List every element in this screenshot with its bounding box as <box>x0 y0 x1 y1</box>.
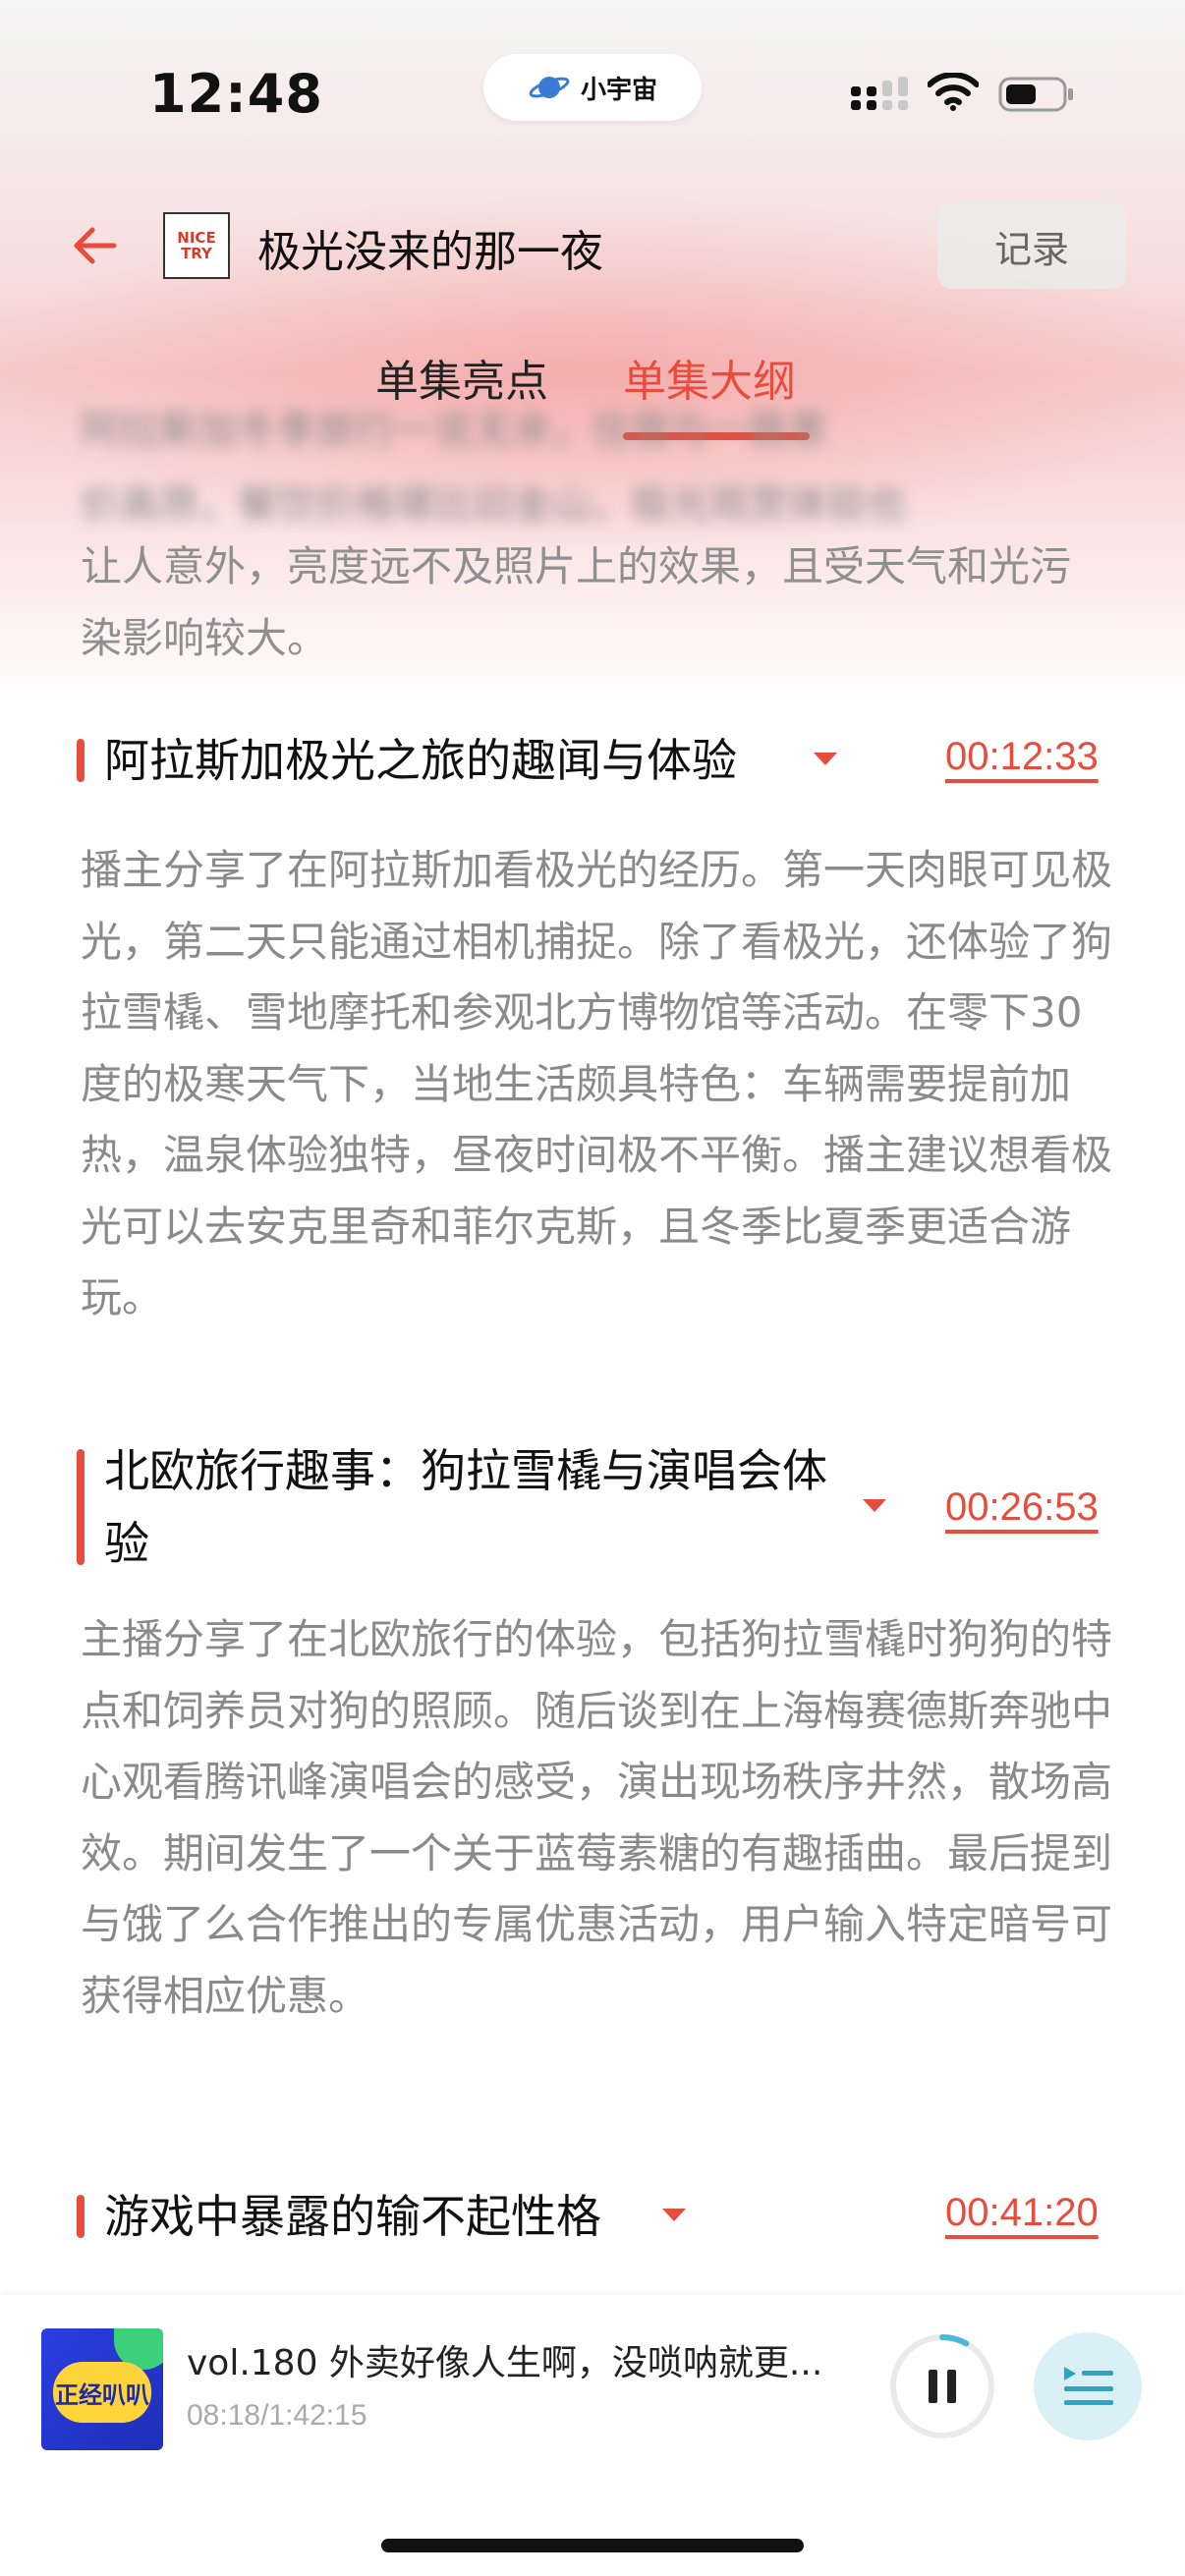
section-marker <box>77 1449 85 1565</box>
section-timestamp[interactable]: 00:26:53 <box>945 1485 1099 1530</box>
section-timestamp[interactable]: 00:12:33 <box>945 735 1099 779</box>
intro-blurred-text: 阿拉斯加冬季旅行一览无余，住宿与一路景 价高昂，餐饮价格堪比旧金山，极光观赏体验… <box>81 393 1083 542</box>
dynamic-island[interactable]: 小宇宙 <box>483 54 702 121</box>
cover-title: 正经叭叭 <box>53 2362 151 2423</box>
section-marker <box>77 739 85 782</box>
mini-player[interactable]: 正经叭叭 vol.180 外卖好像人生啊，没唢呐就更... 08:18/1:42… <box>0 2295 1185 2576</box>
wifi-icon <box>928 73 979 111</box>
intro-text: 让人意外，亮度远不及照片上的效果，且受天气和光污染影响较大。 <box>81 542 1072 662</box>
section-marker <box>77 2195 85 2238</box>
section-title: 阿拉斯加极光之旅的趣闻与体验 <box>104 734 737 787</box>
section-timestamp[interactable]: 00:41:20 <box>945 2191 1099 2235</box>
playback-progress-text: 08:18/1:42:15 <box>187 2399 367 2432</box>
pause-button[interactable] <box>888 2332 996 2440</box>
status-time: 12:48 <box>149 63 323 125</box>
island-label: 小宇宙 <box>580 75 657 105</box>
episode-title: 极光没来的那一夜 <box>257 227 603 277</box>
battery-icon <box>998 77 1073 112</box>
playlist-button[interactable] <box>1034 2332 1142 2440</box>
podcast-logo[interactable]: NICE TRY <box>163 212 230 279</box>
episode-cover[interactable]: 正经叭叭 <box>41 2328 163 2450</box>
section-body: 播主分享了在阿拉斯加看极光的经历。第一天肉眼可见极光，第二天只能通过相机捕捉。除… <box>81 846 1113 1321</box>
section-body: 主播分享了在北欧旅行的体验，包括狗拉雪橇时狗狗的特点和饲养员对狗的照顾。随后谈到… <box>81 1615 1113 2020</box>
playlist-icon <box>1064 2367 1113 2405</box>
status-bar: 12:48 小宇宙 <box>0 0 1185 187</box>
caret-down-icon[interactable] <box>863 1499 886 1512</box>
caret-down-icon[interactable] <box>814 753 837 765</box>
cellular-signal-icon <box>851 77 908 110</box>
intro-blurred-line: 阿拉斯加冬季旅行一览无余，住宿与一路景 <box>81 408 827 453</box>
section-title: 北欧旅行趣事：狗拉雪橇与演唱会体验 <box>104 1444 827 1570</box>
now-playing-title[interactable]: vol.180 外卖好像人生啊，没唢呐就更... <box>187 2334 855 2385</box>
record-button[interactable]: 记录 <box>937 202 1126 289</box>
planet-icon <box>529 77 570 98</box>
back-arrow-icon[interactable] <box>67 218 122 273</box>
section-title: 游戏中暴露的输不起性格 <box>104 2190 601 2243</box>
home-indicator <box>381 2539 804 2552</box>
caret-down-icon[interactable] <box>662 2209 686 2221</box>
